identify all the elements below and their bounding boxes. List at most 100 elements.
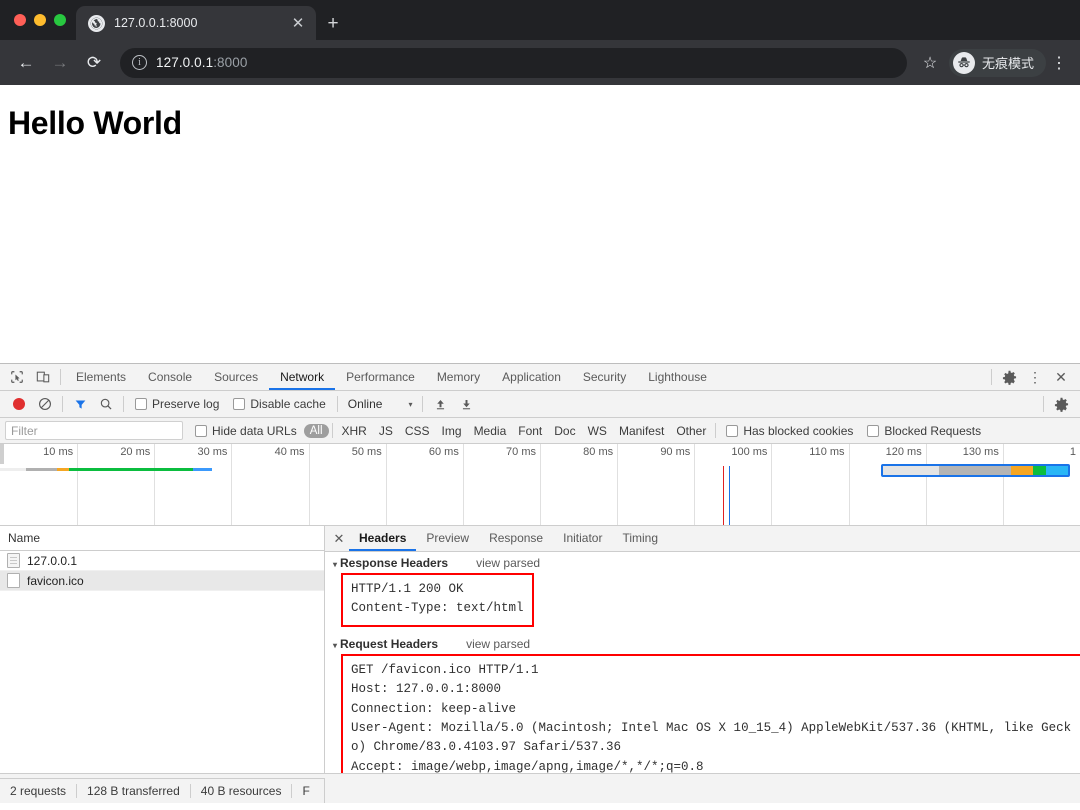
filter-input[interactable]: Filter [5, 421, 183, 440]
address-bar-url: 127.0.0.1:8000 [156, 55, 248, 70]
request-headers-raw: GET /favicon.ico HTTP/1.1 Host: 127.0.0.… [341, 653, 1080, 773]
overview-tick-label: 100 ms [731, 446, 768, 458]
browser-tab[interactable]: 127.0.0.1:8000 ✕ [76, 6, 316, 40]
filter-type-manifest[interactable]: Manifest [613, 424, 670, 438]
request-name: favicon.ico [27, 573, 84, 588]
incognito-indicator[interactable]: 无痕模式 [948, 48, 1046, 77]
overview-gridline [308, 444, 310, 525]
overview-gridline [1002, 444, 1004, 525]
overview-gridline [848, 444, 850, 525]
blocked-requests-checkbox[interactable]: Blocked Requests [860, 424, 988, 438]
maximize-window-button[interactable] [54, 14, 66, 26]
browser-menu-button[interactable]: ⋮ [1048, 53, 1070, 73]
view-parsed-link[interactable]: view parsed [476, 556, 540, 570]
tab-security[interactable]: Security [572, 364, 637, 390]
finish-time: F [302, 784, 310, 798]
gear-icon[interactable] [1048, 391, 1074, 417]
toolbar-divider-3 [336, 396, 338, 412]
tab-initiator[interactable]: Initiator [553, 526, 612, 551]
checkbox-box [233, 398, 246, 410]
filter-type-xhr[interactable]: XHR [336, 424, 373, 438]
filter-type-js[interactable]: JS [373, 424, 399, 438]
clear-icon[interactable] [32, 391, 58, 417]
tab-preview[interactable]: Preview [416, 526, 479, 551]
overview-request-bar-segment [25, 468, 58, 471]
minimize-window-button[interactable] [34, 14, 46, 26]
overview-selected-request-bar[interactable] [881, 464, 1071, 477]
triangle-down-icon[interactable]: ▾ [333, 560, 337, 569]
request-list-header[interactable]: Name [0, 526, 324, 551]
hide-data-urls-label: Hide data URLs [212, 423, 297, 438]
request-headers-section-header[interactable]: ▾ Request Headers view parsed [325, 633, 1080, 654]
record-icon[interactable] [6, 391, 32, 417]
header-line: GET /favicon.ico HTTP/1.1 [351, 662, 539, 677]
close-window-button[interactable] [14, 14, 26, 26]
gear-icon[interactable] [996, 364, 1022, 390]
tab-lighthouse[interactable]: Lighthouse [637, 364, 718, 390]
table-row[interactable]: favicon.ico [0, 571, 324, 591]
response-headers-section-header[interactable]: ▾ Response Headers view parsed [325, 552, 1080, 573]
network-toolbar-actions [1039, 391, 1080, 417]
forward-button[interactable]: → [44, 47, 76, 79]
tab-elements[interactable]: Elements [65, 364, 137, 390]
search-icon[interactable] [93, 391, 119, 417]
filter-funnel-icon[interactable] [67, 391, 93, 417]
new-tab-button[interactable]: + [316, 6, 350, 40]
toolbar-divider [60, 369, 61, 385]
tab-memory[interactable]: Memory [426, 364, 491, 390]
tab-performance[interactable]: Performance [335, 364, 426, 390]
tab-console[interactable]: Console [137, 364, 203, 390]
filter-type-other[interactable]: Other [670, 424, 712, 438]
hide-data-urls-checkbox[interactable]: Hide data URLs [188, 424, 304, 438]
header-line: User-Agent: Mozilla/5.0 (Macintosh; Inte… [351, 720, 1072, 755]
reload-button[interactable]: ⟳ [78, 47, 110, 79]
filter-type-ws[interactable]: WS [582, 424, 613, 438]
filter-type-media[interactable]: Media [468, 424, 513, 438]
devtools-close-button[interactable]: ✕ [1048, 364, 1074, 390]
overview-request-bar-segment [57, 468, 70, 471]
close-tab-button[interactable]: ✕ [288, 16, 308, 31]
network-overview-timeline[interactable]: 10 ms 20 ms 30 ms 40 ms 50 ms 60 ms 70 ms 80 ms… [0, 444, 1080, 526]
overview-resize-handle[interactable] [0, 444, 4, 464]
overview-tick-label: 120 ms [885, 446, 922, 458]
table-row[interactable]: 127.0.0.1 [0, 551, 324, 571]
filter-type-all[interactable]: All [303, 423, 329, 438]
close-details-button[interactable]: ✕ [329, 531, 349, 547]
download-har-icon[interactable] [453, 391, 479, 417]
filter-type-img[interactable]: Img [436, 424, 468, 438]
tab-response[interactable]: Response [479, 526, 553, 551]
blocked-requests-label: Blocked Requests [884, 423, 982, 438]
upload-har-icon[interactable] [427, 391, 453, 417]
address-bar[interactable]: i 127.0.0.1:8000 [120, 47, 907, 78]
checkbox-box [867, 424, 880, 437]
preserve-log-checkbox[interactable]: Preserve log [128, 397, 226, 411]
tab-headers[interactable]: Headers [349, 526, 416, 551]
request-details-pane: ✕ Headers Preview Response Initiator Tim… [325, 526, 1080, 773]
filter-type-css[interactable]: CSS [399, 424, 436, 438]
details-tabbar: ✕ Headers Preview Response Initiator Tim… [325, 526, 1080, 552]
device-toolbar-icon[interactable] [30, 364, 56, 390]
filter-type-doc[interactable]: Doc [548, 424, 581, 438]
tab-timing[interactable]: Timing [612, 526, 668, 551]
triangle-down-icon[interactable]: ▾ [333, 641, 337, 650]
tab-sources[interactable]: Sources [203, 364, 269, 390]
throttling-select[interactable]: Online ▾ [342, 397, 419, 411]
view-parsed-link[interactable]: view parsed [466, 637, 530, 651]
filter-type-font[interactable]: Font [512, 424, 548, 438]
back-button[interactable]: ← [10, 47, 42, 79]
network-filter-bar: Filter Hide data URLs All XHR JS CSS Img… [0, 418, 1080, 444]
selected-bar-segment [1010, 466, 1034, 475]
request-headers-title: ▾ Request Headers [333, 636, 439, 651]
overview-gridline [617, 444, 619, 525]
devtools-more-button[interactable]: ⋮ [1022, 364, 1048, 390]
disable-cache-checkbox[interactable]: Disable cache [226, 397, 332, 411]
bookmark-star-icon[interactable]: ☆ [917, 53, 943, 73]
tab-application[interactable]: Application [491, 364, 572, 390]
resources-size: 40 B resources [200, 784, 282, 798]
inspect-element-icon[interactable] [4, 364, 30, 390]
tab-network[interactable]: Network [269, 364, 335, 390]
site-info-icon[interactable]: i [132, 55, 147, 70]
tab-strip: 127.0.0.1:8000 ✕ + [0, 0, 1080, 40]
has-blocked-cookies-checkbox[interactable]: Has blocked cookies [719, 424, 860, 438]
header-line: Host: 127.0.0.1:8000 [351, 682, 502, 697]
